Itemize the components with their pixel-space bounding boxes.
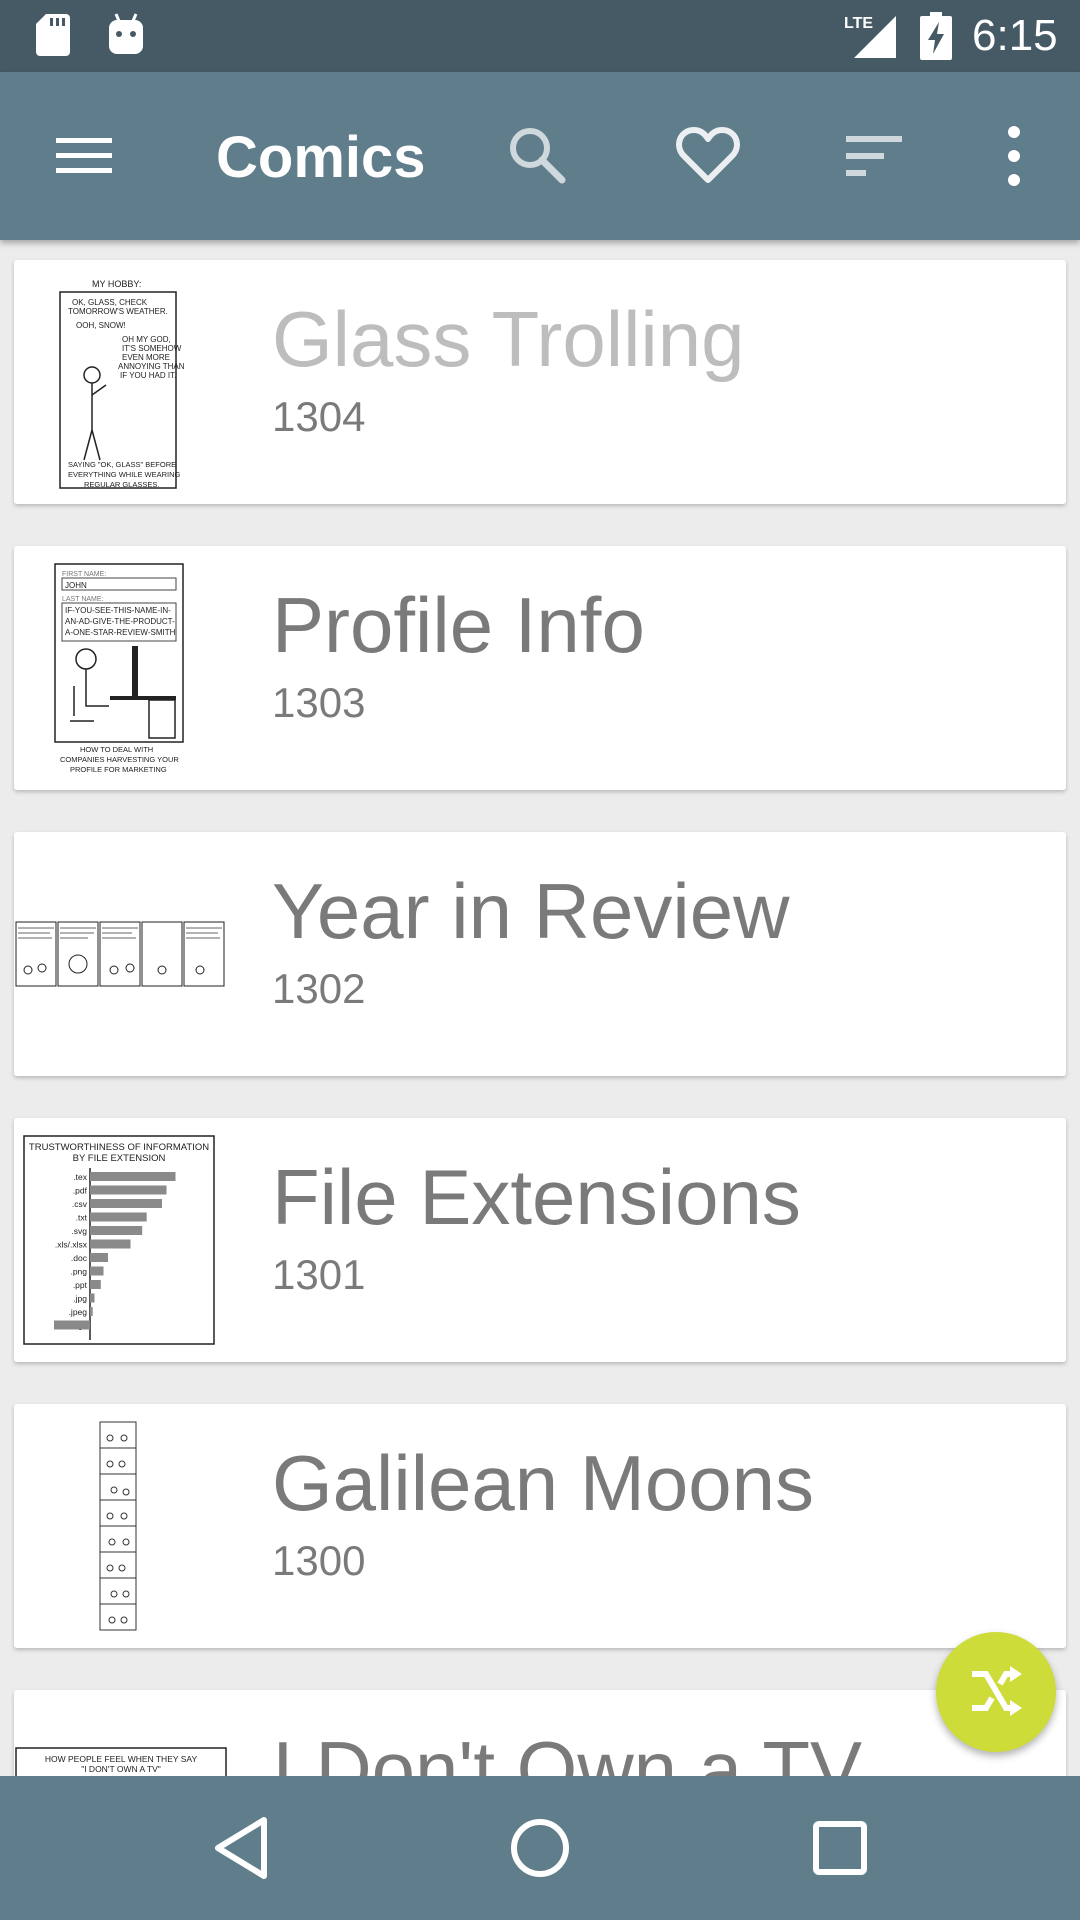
status-time: 6:15	[972, 11, 1058, 60]
random-comic-button[interactable]	[936, 1632, 1056, 1752]
comic-number: 1301	[272, 1251, 366, 1298]
thumb-text: IF YOU HAD IT.	[120, 371, 176, 380]
thumb-text: IT'S SOMEHOW	[122, 344, 182, 353]
back-icon[interactable]	[206, 1812, 278, 1884]
comic-thumbnail: MY HOBBY: OK, GLASS, CHECK TOMORROW'S WE…	[59, 279, 185, 489]
thumb-bar	[90, 1185, 167, 1195]
network-type-label: LTE	[844, 15, 873, 32]
comic-number: 1302	[272, 965, 366, 1012]
more-icon[interactable]	[980, 122, 1048, 190]
comic-title: Profile Info	[272, 581, 645, 669]
favorite-icon[interactable]	[674, 122, 742, 190]
comic-thumbnail	[99, 1421, 137, 1631]
recents-icon[interactable]	[804, 1812, 876, 1884]
comic-card[interactable]: HOW PEOPLE FEEL WHEN THEY SAY "I DON'T O…	[14, 1690, 1066, 1776]
thumb-bar	[90, 1280, 101, 1289]
comic-card[interactable]: Galilean Moons 1300	[14, 1404, 1066, 1648]
comic-card[interactable]: Year in Review 1302	[14, 832, 1066, 1076]
comic-number: 1300	[272, 1537, 366, 1584]
thumb-text: MY HOBBY:	[92, 279, 141, 289]
thumb-bar-label: .ppt	[73, 1280, 88, 1290]
comic-number: 1303	[272, 679, 366, 726]
thumb-text: TOMORROW'S WEATHER.	[68, 307, 168, 316]
thumb-bar-label: .svg	[71, 1226, 87, 1236]
thumb-text: LAST NAME:	[62, 596, 104, 603]
comic-card[interactable]: FIRST NAME: JOHN LAST NAME: IF-YOU-SEE-T…	[14, 546, 1066, 790]
comic-title: Year in Review	[272, 867, 790, 955]
search-icon[interactable]	[504, 122, 572, 190]
thumb-bar	[90, 1199, 162, 1208]
thumb-text: SAYING "OK, GLASS" BEFORE	[68, 460, 176, 469]
thumb-text: HOW PEOPLE FEEL WHEN THEY SAY	[45, 1754, 198, 1764]
thumb-text: HOW TO DEAL WITH	[80, 745, 153, 754]
comic-list[interactable]: MY HOBBY: OK, GLASS, CHECK TOMORROW'S WE…	[0, 240, 1080, 1776]
thumb-bar-label: .txt	[76, 1213, 88, 1223]
comic-card[interactable]: TRUSTWORTHINESS OF INFORMATION BY FILE E…	[14, 1118, 1066, 1362]
thumb-bar	[90, 1266, 104, 1276]
comic-thumbnail: TRUSTWORTHINESS OF INFORMATION BY FILE E…	[23, 1135, 215, 1345]
comic-thumbnail	[15, 921, 225, 987]
thumb-text: EVEN MORE	[122, 353, 170, 362]
thumb-text: PROFILE FOR MARKETING	[70, 765, 167, 774]
thumb-bar-label: .jpeg	[69, 1307, 88, 1317]
comic-title: File Extensions	[272, 1153, 801, 1241]
app-bar: Comics	[0, 72, 1080, 240]
thumb-text: EVERYTHING WHILE WEARING	[68, 470, 181, 479]
thumb-bar	[90, 1172, 176, 1181]
thumb-text: ANNOYING THAN	[118, 362, 185, 371]
thumb-bar-label: .xls/.xlsx	[55, 1240, 88, 1250]
thumb-text: BY FILE EXTENSION	[73, 1153, 166, 1164]
thumb-bar	[54, 1320, 90, 1330]
thumb-bar	[90, 1226, 143, 1235]
home-icon[interactable]	[504, 1812, 576, 1884]
comic-thumbnail: FIRST NAME: JOHN LAST NAME: IF-YOU-SEE-T…	[54, 563, 184, 774]
comic-number: 1304	[272, 393, 366, 440]
thumb-bar	[90, 1239, 131, 1249]
thumb-text: FIRST NAME:	[62, 571, 106, 578]
thumb-text: OOH, SNOW!	[76, 321, 126, 330]
comic-title: I Don't Own a TV	[272, 1725, 863, 1776]
sd-card-icon	[36, 14, 70, 56]
thumb-text: "I DON'T OWN A TV"	[81, 1764, 161, 1774]
shuffle-icon	[972, 1666, 1022, 1716]
lte-signal-icon: LTE	[844, 15, 896, 58]
thumb-bar	[90, 1212, 147, 1222]
comic-title: Galilean Moons	[272, 1439, 814, 1527]
thumb-bar	[90, 1307, 93, 1316]
menu-icon[interactable]	[52, 132, 116, 180]
comic-title: Glass Trolling	[272, 295, 745, 383]
thumb-text: REGULAR GLASSES.	[84, 480, 159, 489]
thumb-text: JOHN	[65, 581, 87, 590]
navigation-bar	[0, 1776, 1080, 1920]
thumb-text: COMPANIES HARVESTING YOUR	[60, 755, 179, 764]
thumb-text: IF-YOU-SEE-THIS-NAME-IN-	[65, 606, 171, 615]
thumb-bar-label: .tex	[73, 1172, 87, 1182]
thumb-bar-label: .pdf	[73, 1186, 88, 1196]
thumb-text: OH MY GOD,	[122, 335, 171, 344]
thumb-bar	[90, 1293, 95, 1303]
status-bar: LTE 6:15	[0, 0, 1080, 72]
thumb-bar	[90, 1253, 108, 1262]
sort-icon[interactable]	[842, 122, 910, 190]
battery-charging-icon	[920, 12, 952, 60]
comic-thumbnail: HOW PEOPLE FEEL WHEN THEY SAY "I DON'T O…	[15, 1747, 227, 1776]
thumb-text: TRUSTWORTHINESS OF INFORMATION	[29, 1142, 209, 1153]
thumb-text: AN-AD-GIVE-THE-PRODUCT-	[65, 617, 175, 626]
thumb-bar-label: .png	[70, 1267, 87, 1277]
thumb-bar-label: .doc	[71, 1253, 88, 1263]
thumb-text: OK, GLASS, CHECK	[72, 298, 148, 307]
thumb-bar-label: .jpg	[73, 1294, 87, 1304]
thumb-bar-label: .csv	[72, 1199, 88, 1209]
comic-card[interactable]: MY HOBBY: OK, GLASS, CHECK TOMORROW'S WE…	[14, 260, 1066, 504]
page-title: Comics	[216, 125, 426, 190]
thumb-text: A-ONE-STAR-REVIEW-SMITH	[65, 628, 176, 637]
android-icon	[109, 13, 143, 54]
